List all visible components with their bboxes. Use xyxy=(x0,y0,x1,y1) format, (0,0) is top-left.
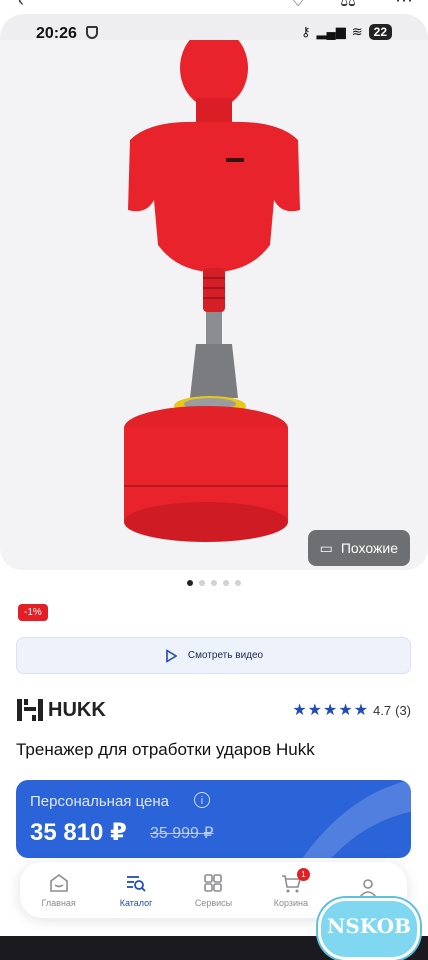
hukk-logo-icon xyxy=(17,699,43,721)
carousel-dot[interactable] xyxy=(223,580,229,586)
rating-count: (3) xyxy=(395,702,411,718)
share-icon[interactable]: ⋯ xyxy=(395,0,413,11)
product-image[interactable]: ▭ Похожие xyxy=(0,40,428,570)
compare-icon[interactable]: ⚖ xyxy=(340,0,356,11)
cart-badge: 1 xyxy=(296,868,310,881)
services-icon xyxy=(204,874,223,892)
carousel-dot[interactable] xyxy=(235,580,241,586)
battery-indicator: 22 xyxy=(368,24,392,40)
nav-item-home[interactable]: Главная xyxy=(24,872,94,908)
play-icon xyxy=(166,648,178,663)
old-price: 35 999 ₽ xyxy=(150,825,214,842)
product-title: Тренажер для отработки ударов Hukk xyxy=(16,740,315,759)
rating-value: 4.7 xyxy=(373,702,392,718)
wifi-icon: ≋ xyxy=(351,24,363,39)
brand-logo[interactable]: HUKK xyxy=(16,697,106,723)
brand-name: HUKK xyxy=(48,698,106,721)
back-arrow-icon[interactable]: ‹ xyxy=(18,0,24,11)
price-card: Персональная цена i 35 810 ₽ 35 999 ₽ xyxy=(16,780,411,858)
punching-dummy-image xyxy=(124,40,300,542)
cards-icon: ▭ xyxy=(319,539,333,556)
discount-badge: -1% xyxy=(18,604,48,621)
nav-item-catalog[interactable]: Каталог xyxy=(101,872,171,908)
profile-icon xyxy=(359,879,377,898)
rating[interactable]: ★★★★★ 4.7 (3) xyxy=(292,700,411,720)
key-icon: ⚷ xyxy=(300,24,311,39)
carousel-dot[interactable] xyxy=(187,580,193,586)
top-strip: ‹ ♡ ⚖ ⋯ xyxy=(0,0,428,10)
carousel-dots xyxy=(0,580,428,586)
nav-item-cart[interactable]: 1 Корзина xyxy=(256,868,326,908)
vpn-icon xyxy=(86,26,98,39)
system-icons: ⚷ ▂▄▆ ≋ 22 xyxy=(301,24,392,40)
nav-label: Корзина xyxy=(273,898,308,908)
price-label: Персональная цена xyxy=(30,793,169,810)
nav-label: Каталог xyxy=(119,898,153,908)
watermark-logo: NSKOB xyxy=(318,898,420,960)
brand-row: HUKK ★★★★★ 4.7 (3) xyxy=(16,695,411,725)
nav-label: Сервисы xyxy=(194,898,233,908)
decorative-swoosh xyxy=(302,780,411,858)
carousel-dot[interactable] xyxy=(211,580,217,586)
watch-video-button[interactable]: Смотреть видео xyxy=(16,637,411,674)
info-icon[interactable]: i xyxy=(194,792,210,808)
carousel-dot[interactable] xyxy=(199,580,205,586)
rating-stars: ★★★★★ xyxy=(292,702,370,719)
favorite-icon[interactable]: ♡ xyxy=(290,0,306,11)
current-price: 35 810 ₽ xyxy=(30,819,127,846)
similar-label: Похожие xyxy=(340,540,398,556)
nav-item-services[interactable]: Сервисы xyxy=(178,872,248,908)
signal-icon: ▂▄▆ xyxy=(316,24,346,39)
watch-video-label: Смотреть видео xyxy=(187,650,264,661)
nav-label: Главная xyxy=(41,898,76,908)
home-icon xyxy=(49,874,68,892)
similar-button[interactable]: ▭ Похожие xyxy=(307,530,410,566)
catalog-icon xyxy=(127,876,146,892)
